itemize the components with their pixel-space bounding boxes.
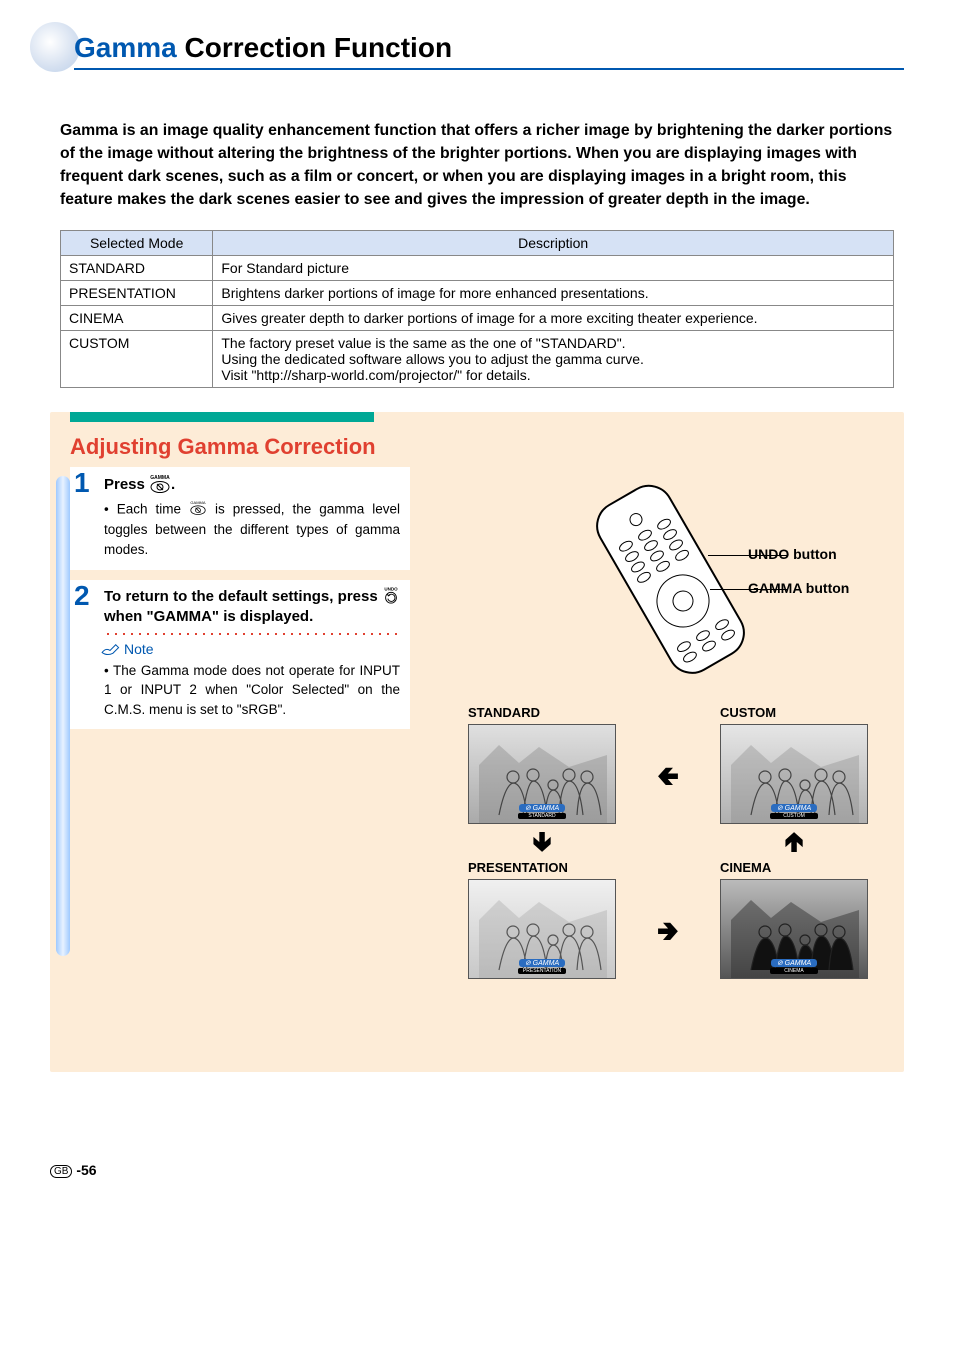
arrow-right-icon: 🢂 — [654, 860, 682, 958]
mode-desc: For Standard picture — [213, 255, 894, 280]
region-badge: GB — [50, 1165, 72, 1178]
sample-label: PRESENTATION — [468, 860, 616, 875]
step-2-heading: To return to the default settings, press… — [104, 586, 400, 625]
mode-sample-presentation: PRESENTATION ⊘ GAMMAPRESENTATION — [468, 860, 616, 979]
undo-button-icon: UNDO — [382, 586, 400, 608]
thumbnail-custom: ⊘ GAMMACUSTOM — [720, 724, 868, 824]
step-1-body: • Each time GAMMA is pressed, the gamma … — [104, 499, 400, 560]
mode-name: CUSTOM — [61, 330, 213, 387]
note-text: • The Gamma mode does not operate for IN… — [104, 661, 400, 720]
mode-name: PRESENTATION — [61, 280, 213, 305]
table-row: CINEMA Gives greater depth to darker por… — [61, 305, 894, 330]
arrow-down-icon: 🢃 — [468, 824, 616, 860]
gamma-button-icon: GAMMA — [189, 499, 207, 521]
osd-gamma-tag: ⊘ GAMMACUSTOM — [721, 804, 867, 819]
step-1: 1 Press GAMMA . • Each time — [70, 467, 410, 570]
step-2: 2 To return to the default settings, pre… — [70, 580, 410, 730]
table-row: CUSTOM The factory preset value is the s… — [61, 330, 894, 387]
thumbnail-standard: ⊘ GAMMASTANDARD — [468, 724, 616, 824]
table-row: STANDARD For Standard picture — [61, 255, 894, 280]
osd-gamma-tag: ⊘ GAMMASTANDARD — [469, 804, 615, 819]
callout-undo: UNDO button — [748, 546, 837, 562]
sample-label: STANDARD — [468, 705, 616, 720]
table-head-desc: Description — [213, 230, 894, 255]
note-label: Note — [100, 641, 154, 657]
section-title: Adjusting Gamma Correction — [70, 434, 896, 459]
remote-svg — [558, 475, 778, 675]
page-header: Gamma Correction Function — [50, 30, 904, 70]
thumbnail-cinema: ⊘ GAMMACINEMA — [720, 879, 868, 979]
mode-sample-custom: CUSTOM ⊘ GAMMACUSTOM — [720, 705, 868, 824]
sample-label: CINEMA — [720, 860, 868, 875]
svg-text:UNDO: UNDO — [384, 586, 398, 591]
thumbnail-presentation: ⊘ GAMMAPRESENTATION — [468, 879, 616, 979]
instruction-panel: Adjusting Gamma Correction 1 Press GAMMA… — [50, 412, 904, 1072]
page-number: -56 — [76, 1162, 96, 1178]
mode-desc: The factory preset value is the same as … — [213, 330, 894, 387]
osd-gamma-tag: ⊘ GAMMAPRESENTATION — [469, 959, 615, 974]
osd-gamma-tag: ⊘ GAMMACINEMA — [721, 959, 867, 974]
svg-text:GAMMA: GAMMA — [190, 500, 205, 505]
illustration-column: UNDO button GAMMA button STANDARD ⊘ GAMM… — [448, 467, 888, 979]
teal-divider — [70, 412, 374, 422]
note-divider — [104, 631, 400, 637]
arrow-up-icon: 🢁 — [720, 824, 868, 860]
steps-column: 1 Press GAMMA . • Each time — [70, 467, 410, 739]
callout-gamma: GAMMA button — [748, 580, 849, 596]
svg-text:GAMMA: GAMMA — [150, 475, 170, 481]
table-row: PRESENTATION Brightens darker portions o… — [61, 280, 894, 305]
table-head-mode: Selected Mode — [61, 230, 213, 255]
mode-desc: Gives greater depth to darker portions o… — [213, 305, 894, 330]
note-pencil-icon — [100, 641, 120, 657]
intro-paragraph: Gamma is an image quality enhancement fu… — [50, 120, 904, 212]
gamma-button-icon: GAMMA — [149, 473, 171, 497]
page-footer: GB -56 — [0, 1132, 954, 1178]
step-number: 2 — [74, 580, 90, 612]
mode-sample-cinema: CINEMA ⊘ GAMMACINEMA — [720, 860, 868, 979]
step-1-heading: Press GAMMA . — [104, 473, 400, 497]
mode-name: CINEMA — [61, 305, 213, 330]
page-title: Gamma Correction Function — [50, 30, 904, 64]
mode-name: STANDARD — [61, 255, 213, 280]
gamma-modes-table: Selected Mode Description STANDARD For S… — [60, 230, 894, 388]
arrow-left-icon: 🢀 — [654, 705, 682, 803]
remote-illustration: UNDO button GAMMA button — [448, 475, 888, 675]
mode-desc: Brightens darker portions of image for m… — [213, 280, 894, 305]
gamma-mode-samples: STANDARD ⊘ GAMMASTANDARD 🢀 CUSTOM ⊘ GAMM… — [468, 705, 868, 979]
step-number: 1 — [74, 467, 90, 499]
side-scroll-track — [56, 476, 70, 956]
mode-sample-standard: STANDARD ⊘ GAMMASTANDARD — [468, 705, 616, 824]
title-gamma: Gamma — [74, 32, 177, 63]
header-underline — [74, 68, 904, 70]
sample-label: CUSTOM — [720, 705, 868, 720]
title-rest: Correction Function — [177, 32, 452, 63]
